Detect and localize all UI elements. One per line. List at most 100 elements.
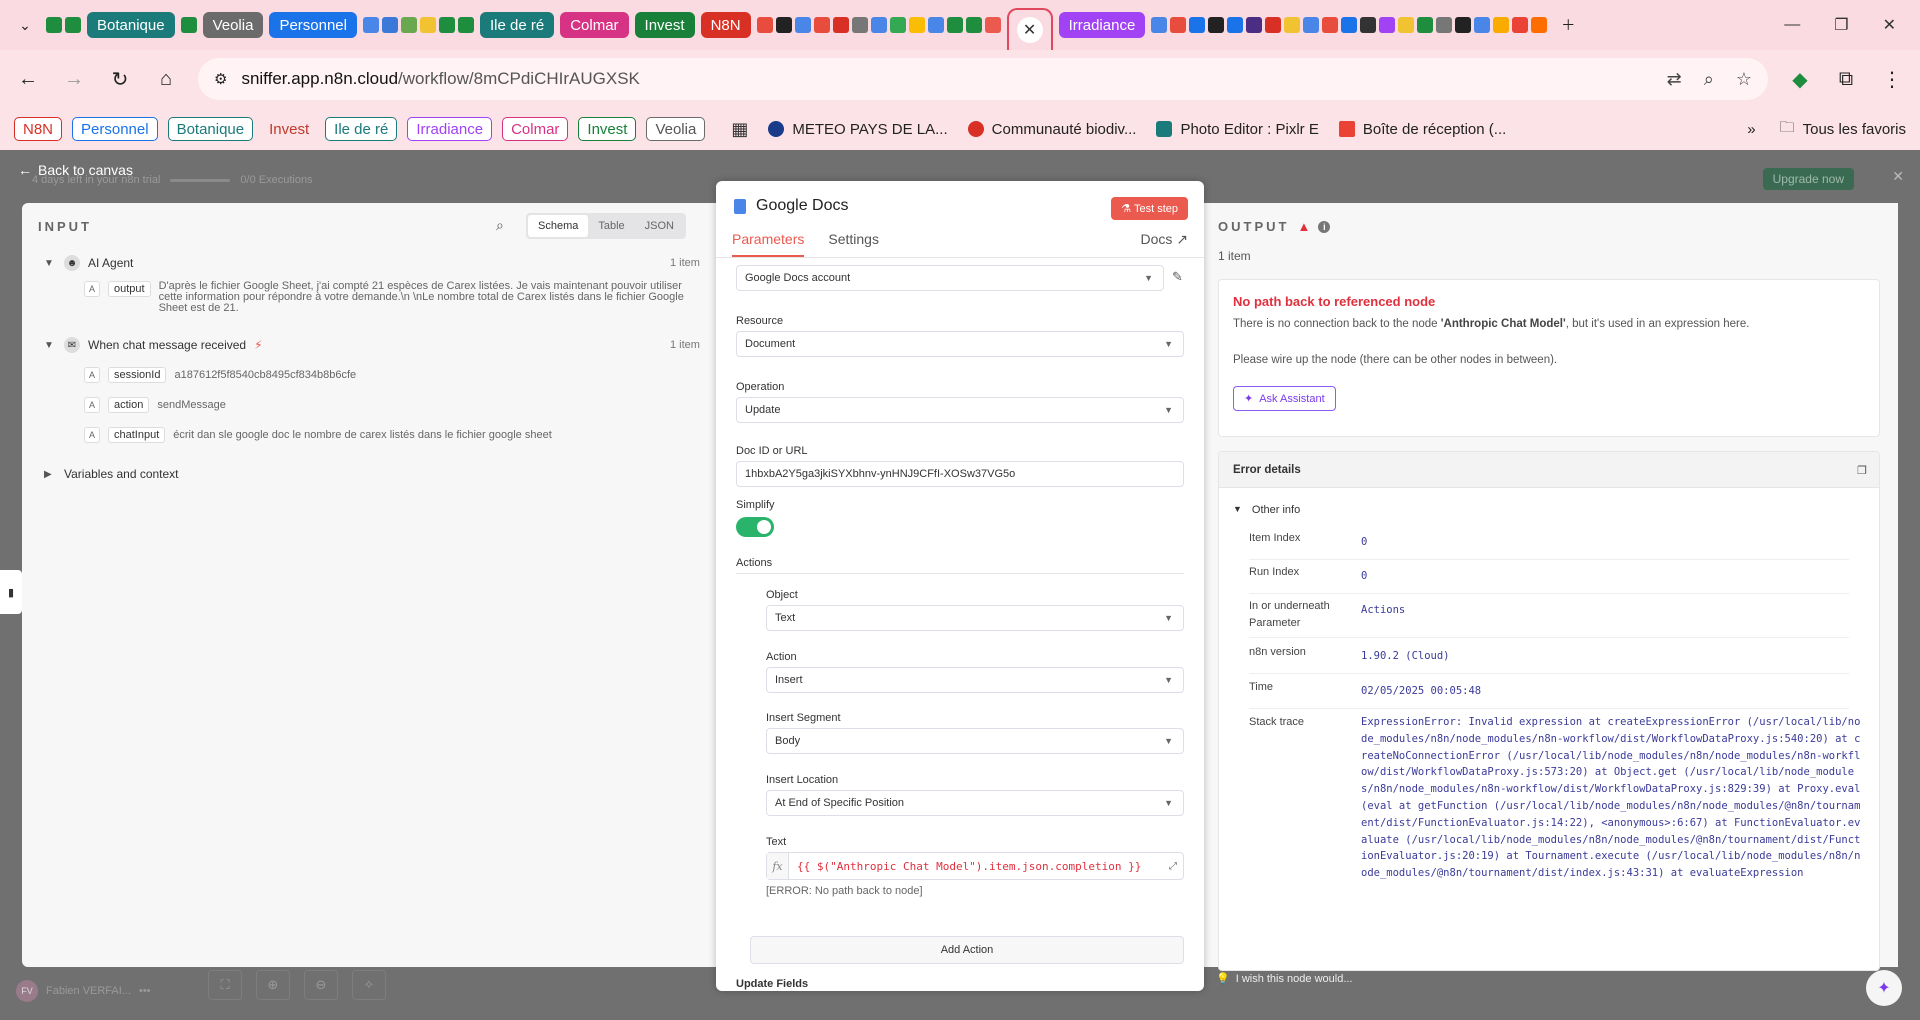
bookmark-botanique[interactable]: Botanique [167,117,254,141]
bookmark-colmar[interactable]: Colmar [502,117,569,141]
chevron-right-icon[interactable]: ▶ [44,469,56,480]
zoom-out-icon[interactable]: ⊖ [304,970,338,1000]
tab-favicons[interactable] [1151,17,1548,33]
tab-search-icon[interactable]: ⌄ [10,10,40,40]
error-details: Error details ❐ ▼ Other info Item Index … [1218,451,1880,971]
tab-favicons[interactable] [46,17,81,33]
tab-group-personnel[interactable]: Personnel [269,12,357,38]
resource-select[interactable]: Document ▼ [736,331,1184,357]
docid-input[interactable]: 1hbxbA2Y5ga3jkiSYXbhnv-ynHNJ9CFfI-XOSw37… [736,461,1184,487]
action-select[interactable]: Insert ▼ [766,667,1184,693]
text-expression-input[interactable]: fx {{ $("Anthropic Chat Model").item.jso… [766,852,1184,880]
search-icon[interactable]: ⌕ [496,217,504,234]
tab-group-colmar[interactable]: Colmar [560,12,629,38]
feedback-link[interactable]: 💡 I wish this node would... [1216,972,1353,986]
other-info-toggle[interactable]: ▼ Other info [1233,504,1300,516]
view-json-tab[interactable]: JSON [635,215,684,237]
docs-link[interactable]: Docs ↗ [1140,231,1188,248]
view-table-tab[interactable]: Table [588,215,634,237]
close-window-icon[interactable]: ✕ [1883,15,1896,35]
field-chatinput: A chatInput écrit dan sle google doc le … [84,427,552,443]
apps-grid-icon[interactable]: ▦ [731,119,748,140]
ai-assistant-icon[interactable]: ✦ [1866,970,1902,1006]
chevron-down-icon[interactable]: ▼ [44,258,56,269]
simplify-toggle[interactable] [736,517,774,537]
reload-icon[interactable]: ↻ [106,65,134,93]
fit-view-icon[interactable]: ⛶ [208,970,242,1000]
extension-icon[interactable]: ◆ [1786,65,1814,93]
back-arrow-icon[interactable]: ← [14,65,42,93]
tab-group-veolia[interactable]: Veolia [202,12,264,38]
credential-select[interactable]: Google Docs account ▼ [736,265,1164,291]
zoom-icon[interactable]: ⌕ [1704,69,1714,90]
tab-group-ile-de-re[interactable]: Ile de ré [479,12,555,38]
tab-parameters[interactable]: Parameters [732,231,805,257]
object-select[interactable]: Text ▼ [766,605,1184,631]
chevron-down-icon[interactable]: ▼ [44,340,56,351]
tab-settings[interactable]: Settings [828,231,879,257]
bookmark-irradiance[interactable]: Irradiance [407,117,493,141]
site-settings-icon[interactable]: ⚙ [214,70,227,88]
variables-and-context[interactable]: ▶ Variables and context [44,467,179,481]
more-icon[interactable]: ••• [139,985,151,997]
bookmark-ile-de-re[interactable]: Ile de ré [325,117,398,141]
tidy-up-icon[interactable]: ✧ [352,970,386,1000]
bookmark-invest-folder[interactable]: Invest [263,121,315,138]
active-tab[interactable]: ✕ [1006,8,1053,50]
info-icon[interactable]: i [1318,220,1331,233]
home-icon[interactable]: ⌂ [152,65,180,93]
location-select[interactable]: At End of Specific Position ▼ [766,790,1184,816]
test-step-button[interactable]: ⚗ Test step [1111,197,1188,220]
tab-favicons[interactable] [362,17,474,33]
bookmark-veolia[interactable]: Veolia [646,117,706,141]
close-tab-icon[interactable]: ✕ [1016,17,1043,43]
sheets-icon[interactable] [180,17,197,33]
forward-arrow-icon[interactable]: → [60,65,88,93]
url-omnibox[interactable]: ⚙ sniffer.app.n8n.cloud/workflow/8mCPdiC… [198,58,1768,100]
pencil-icon[interactable]: ✎ [1172,269,1183,285]
zoom-in-icon[interactable]: ⊕ [256,970,290,1000]
bookmark-star-icon[interactable]: ☆ [1736,69,1752,90]
side-handle-icon[interactable]: ▮ [0,570,22,614]
extensions-puzzle-icon[interactable]: ⧉ [1832,65,1860,93]
translate-icon[interactable]: ⇄ [1667,69,1682,90]
tab-favicons[interactable] [756,17,1001,33]
bookmark-n8n[interactable]: N8N [14,117,63,141]
back-to-canvas-button[interactable]: ← Back to canvas [18,162,133,178]
browser-tab-bar: ⌄ Botanique Veolia Personnel Ile de ré C… [0,0,1920,50]
all-bookmarks[interactable]: 🗀 Tous les favoris [1780,117,1906,142]
bookmark-meteo[interactable]: METEO PAYS DE LA... [768,121,948,138]
minimize-icon[interactable]: — [1784,16,1800,34]
output-panel: OUTPUT ▲ i 1 item No path back to refere… [1198,203,1898,971]
bookmark-invest[interactable]: Invest [578,117,637,141]
expand-icon[interactable]: ⤢ [1169,861,1177,872]
close-icon[interactable]: ✕ [1892,168,1904,185]
operation-select[interactable]: Update ▼ [736,397,1184,423]
restore-icon[interactable]: ❐ [1834,15,1848,35]
bookmark-personnel[interactable]: Personnel [72,117,158,141]
tab-group-n8n[interactable]: N8N [700,12,751,38]
sheets-icon[interactable] [46,17,62,33]
tab-group-invest[interactable]: Invest [634,12,695,38]
bookmark-biodiv[interactable]: Communauté biodiv... [967,121,1136,138]
more-bookmarks-icon[interactable]: » [1747,121,1755,138]
copy-icon[interactable]: ❐ [1857,464,1867,477]
chevron-down-icon: ▼ [1164,736,1173,746]
ask-assistant-button[interactable]: ✦ Ask Assistant [1233,386,1336,411]
view-schema-tab[interactable]: Schema [528,215,589,237]
tab-group-botanique[interactable]: Botanique [87,12,175,38]
bookmark-pixlr[interactable]: Photo Editor : Pixlr E [1156,121,1319,138]
new-tab-icon[interactable]: ＋ [1553,10,1583,40]
add-action-button[interactable]: Add Action [750,936,1184,964]
bookmark-gmail[interactable]: Boîte de réception (... [1338,121,1506,138]
sheets-icon[interactable] [65,17,81,33]
tree-node-chat-trigger[interactable]: ▼ ✉ When chat message received ⚡ [44,337,263,353]
segment-select[interactable]: Body ▼ [766,728,1184,754]
tree-node-ai-agent[interactable]: ▼ ☻ AI Agent [44,255,133,271]
upgrade-button[interactable]: Upgrade now [1762,168,1854,190]
error-details-header: Error details ❐ [1219,452,1879,488]
menu-kebab-icon[interactable]: ⋮ [1878,65,1906,93]
user-menu[interactable]: FV Fabien VERFAI... ••• [16,980,151,1002]
tab-group-irradiance[interactable]: Irradiance [1058,12,1146,38]
stack-trace: ExpressionError: Invalid expression at c… [1361,716,1867,880]
